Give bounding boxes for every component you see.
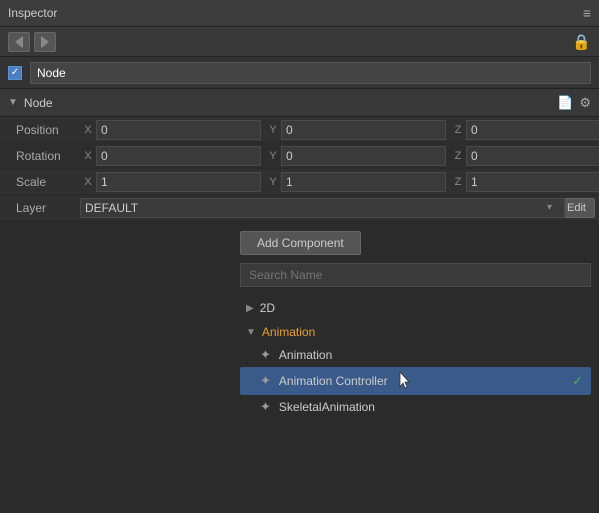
scale-xyz: X Y Z — [80, 172, 599, 192]
position-z-label: Z — [450, 124, 466, 136]
rotation-y-input[interactable] — [281, 146, 446, 166]
search-input[interactable] — [240, 263, 591, 287]
rotation-row: Rotation X Y Z — [0, 143, 599, 169]
back-button[interactable] — [8, 32, 30, 52]
rotation-y-item: Y — [265, 146, 450, 166]
position-xyz: X Y Z — [80, 120, 599, 140]
position-x-label: X — [80, 124, 96, 136]
position-y-label: Y — [265, 124, 281, 136]
scale-x-item: X — [80, 172, 265, 192]
cursor-visual — [398, 371, 412, 391]
comp-item-animation[interactable]: ✦ Animation — [240, 343, 591, 367]
scale-z-input[interactable] — [466, 172, 599, 192]
category-animation-header[interactable]: ▼ Animation — [240, 321, 591, 343]
comp-animation-icon: ✦ — [260, 347, 271, 363]
node-section-icons: 📄 ⚙ — [557, 95, 591, 111]
position-x-item: X — [80, 120, 265, 140]
add-component-section: Add Component — [0, 221, 599, 293]
add-component-button[interactable]: Add Component — [240, 231, 361, 255]
node-checkbox[interactable]: ✓ — [8, 66, 22, 80]
layer-select-wrap: DEFAULT ▾ Edit — [80, 198, 595, 218]
title-bar-right: ≡ — [583, 5, 591, 21]
scale-y-label: Y — [265, 176, 281, 188]
comp-skeletal-label: SkeletalAnimation — [279, 400, 375, 414]
comp-item-skeletal-animation[interactable]: ✦ SkeletalAnimation — [240, 395, 591, 419]
title-bar: Inspector ≡ — [0, 0, 599, 27]
comp-animation-label: Animation — [279, 348, 332, 362]
category-2d-header[interactable]: ▶ 2D — [240, 297, 591, 319]
scale-y-input[interactable] — [281, 172, 446, 192]
comp-skeletal-icon: ✦ — [260, 399, 271, 415]
position-x-input[interactable] — [96, 120, 261, 140]
position-z-input[interactable] — [466, 120, 599, 140]
rotation-z-item: Z — [450, 146, 599, 166]
rotation-x-input[interactable] — [96, 146, 261, 166]
gear-icon[interactable]: ⚙ — [579, 95, 591, 111]
node-name-input[interactable] — [30, 62, 591, 84]
layer-label: Layer — [0, 201, 80, 215]
position-y-item: Y — [265, 120, 450, 140]
node-section-title: ▼ Node — [8, 96, 53, 110]
title-text: Inspector — [8, 6, 57, 20]
scale-x-label: X — [80, 176, 96, 188]
rotation-z-label: Z — [450, 150, 466, 162]
scale-y-item: Y — [265, 172, 450, 192]
node-section-label: Node — [24, 96, 53, 110]
category-animation: ▼ Animation ✦ Animation ✦ Animation Cont… — [240, 321, 591, 419]
category-2d: ▶ 2D — [240, 297, 591, 319]
rotation-x-item: X — [80, 146, 265, 166]
comp-animation-controller-icon: ✦ — [260, 373, 271, 389]
scale-x-input[interactable] — [96, 172, 261, 192]
lock-button[interactable]: 🔒 — [572, 33, 591, 51]
page-icon[interactable]: 📄 — [557, 95, 573, 111]
node-section-header: ▼ Node 📄 ⚙ — [0, 89, 599, 117]
scale-z-label: Z — [450, 176, 466, 188]
category-animation-arrow: ▼ — [246, 327, 256, 338]
forward-button[interactable] — [34, 32, 56, 52]
category-2d-label: 2D — [260, 301, 275, 315]
category-2d-arrow: ▶ — [246, 303, 254, 314]
rotation-y-label: Y — [265, 150, 281, 162]
position-label: Position — [0, 123, 80, 137]
toolbar-left — [8, 32, 56, 52]
comp-animation-controller-check: ✓ — [572, 373, 583, 389]
comp-item-animation-controller[interactable]: ✦ Animation Controller ✓ — [240, 367, 591, 395]
position-y-input[interactable] — [281, 120, 446, 140]
node-section-arrow[interactable]: ▼ — [8, 97, 18, 108]
scale-z-item: Z — [450, 172, 599, 192]
properties-section: Position X Y Z Rotation X Y — [0, 117, 599, 221]
layer-row: Layer DEFAULT ▾ Edit — [0, 195, 599, 221]
component-list: ▶ 2D ▼ Animation ✦ Animation ✦ Animation… — [0, 297, 599, 419]
layer-select[interactable]: DEFAULT — [80, 198, 565, 218]
title-bar-left: Inspector — [8, 6, 57, 20]
position-z-item: Z — [450, 120, 599, 140]
rotation-xyz: X Y Z — [80, 146, 599, 166]
node-header: ✓ — [0, 57, 599, 89]
position-row: Position X Y Z — [0, 117, 599, 143]
menu-icon[interactable]: ≡ — [583, 5, 591, 21]
scale-row: Scale X Y Z — [0, 169, 599, 195]
rotation-z-input[interactable] — [466, 146, 599, 166]
toolbar: 🔒 — [0, 27, 599, 57]
rotation-x-label: X — [80, 150, 96, 162]
rotation-label: Rotation — [0, 149, 80, 163]
category-animation-label: Animation — [262, 325, 315, 339]
comp-animation-controller-label: Animation Controller — [279, 374, 388, 388]
scale-label: Scale — [0, 175, 80, 189]
